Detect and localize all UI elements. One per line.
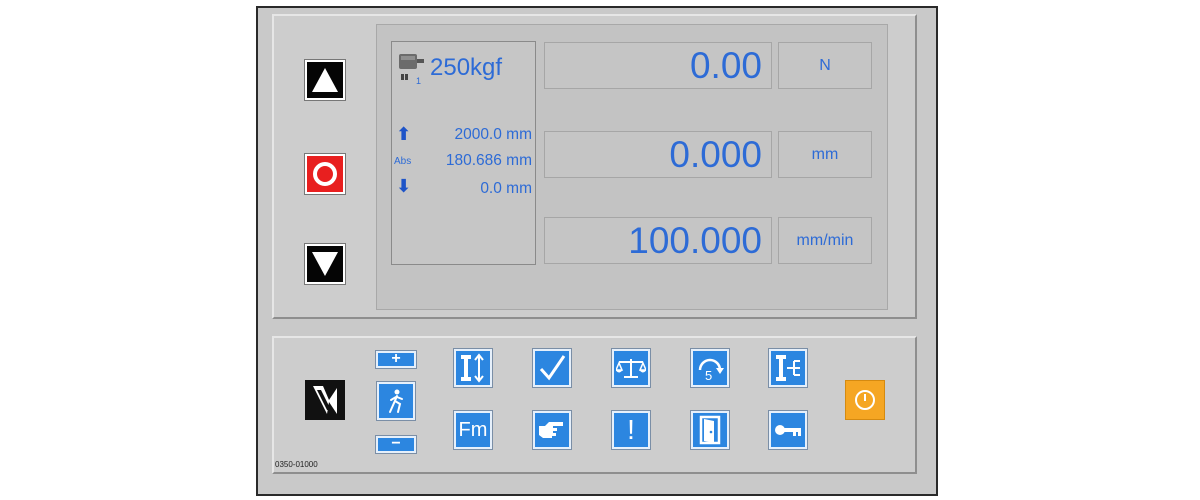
lower-limit-value: 0.0 mm <box>480 180 532 197</box>
specimen-length-icon <box>461 353 484 383</box>
absolute-position-value: 180.686 mm <box>445 152 532 169</box>
balance-scale-icon <box>616 359 646 378</box>
position-readout: 0.000 <box>544 131 772 178</box>
key-icon <box>775 425 801 436</box>
force-readout: 0.00 <box>544 42 772 89</box>
triangle-down-icon <box>312 252 338 276</box>
door-exit-icon <box>699 415 721 445</box>
exit-button[interactable] <box>691 411 729 449</box>
power-icon <box>855 390 875 410</box>
triangle-up-icon <box>312 68 338 92</box>
cycle-button[interactable]: 5 <box>691 349 729 387</box>
stop-button[interactable] <box>304 153 346 195</box>
power-button[interactable] <box>845 380 885 420</box>
lower-limit-arrow-icon: ⬇ <box>396 176 412 196</box>
panel-code: 0350-01000 <box>275 460 318 469</box>
walk-mode-button[interactable] <box>377 382 415 420</box>
abs-label: Abs <box>394 156 412 167</box>
info-panel: 1 250kgf ⬆ 2000.0 mm Abs 180.686 mm ⬇ 0.… <box>391 41 536 265</box>
walking-person-icon <box>389 389 403 413</box>
speed-readout: 100.000 <box>544 217 772 264</box>
jog-up-button[interactable] <box>304 59 346 101</box>
return-arrows-icon <box>307 382 343 418</box>
position-unit[interactable]: mm <box>778 131 872 178</box>
cycle-count: 5 <box>705 368 713 383</box>
load-cell-badge: 1 <box>416 76 422 86</box>
tare-button[interactable] <box>612 349 650 387</box>
upper-limit-value: 2000.0 mm <box>454 126 532 143</box>
jog-down-button[interactable] <box>304 243 346 285</box>
return-to-start-button[interactable] <box>305 380 345 420</box>
load-cell-range: 250kgf <box>430 54 503 81</box>
max-force-button[interactable]: Fm <box>454 411 492 449</box>
manual-control-button[interactable] <box>533 411 571 449</box>
checkmark-icon <box>539 355 566 381</box>
pointing-hand-icon <box>539 422 563 438</box>
confirm-button[interactable] <box>533 349 571 387</box>
control-panel <box>272 336 917 474</box>
specimen-grip-icon <box>776 355 800 381</box>
force-unit[interactable]: N <box>778 42 872 89</box>
specimen-setup-button[interactable] <box>769 349 807 387</box>
stop-ring-icon <box>313 162 337 186</box>
load-cell-icon: 1 <box>398 52 426 87</box>
speed-minus-button[interactable]: − <box>376 436 416 453</box>
speed-plus-button[interactable]: + <box>376 351 416 368</box>
key-lock-button[interactable] <box>769 411 807 449</box>
upper-limit-arrow-icon: ⬆ <box>396 124 412 144</box>
alert-button[interactable]: ! <box>612 411 650 449</box>
speed-unit[interactable]: mm/min <box>778 217 872 264</box>
specimen-length-button[interactable] <box>454 349 492 387</box>
